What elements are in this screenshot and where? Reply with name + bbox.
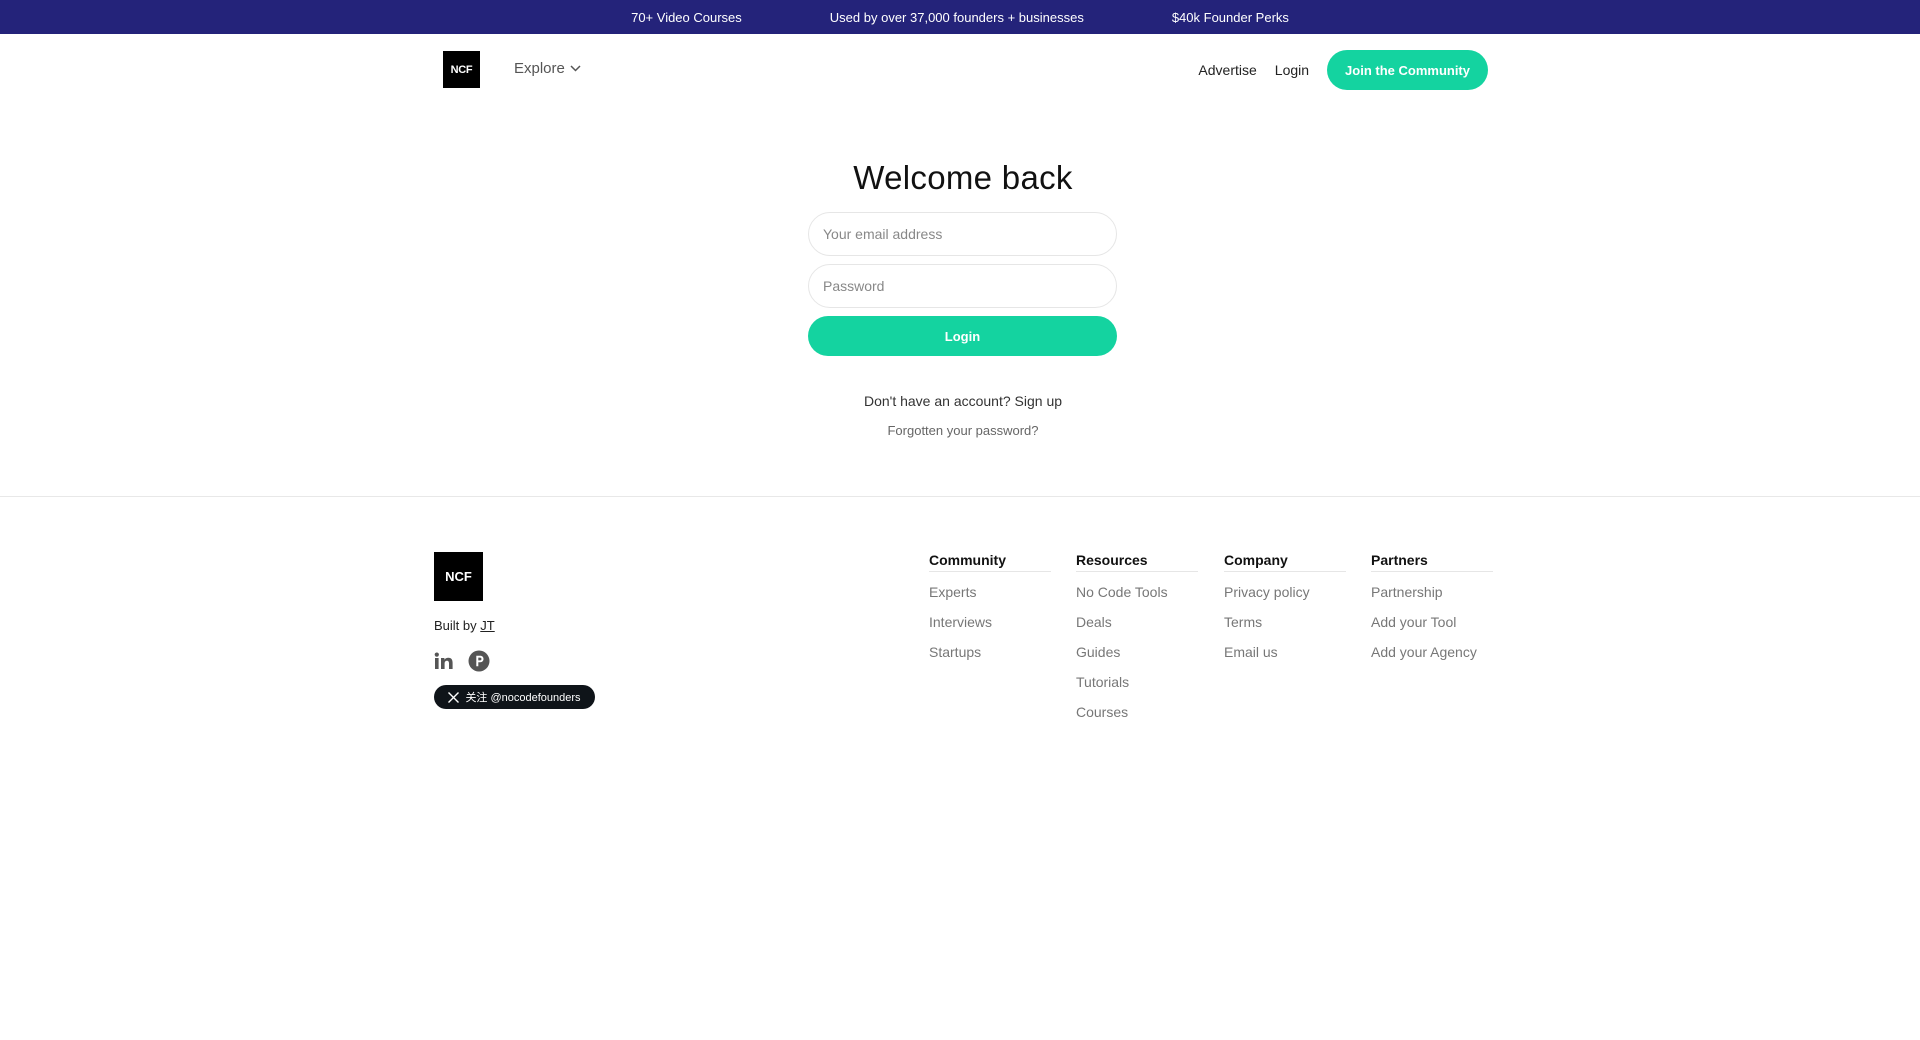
footer-link-email[interactable]: Email us	[1224, 644, 1346, 674]
join-community-button[interactable]: Join the Community	[1327, 50, 1488, 90]
signup-link[interactable]: Sign up	[1015, 393, 1062, 409]
footer-link-startups[interactable]: Startups	[929, 644, 1051, 674]
footer-col-resources: Resources No Code Tools Deals Guides Tut…	[1076, 552, 1198, 734]
login-form: Welcome back Login Don't have an account…	[808, 159, 1118, 438]
login-link[interactable]: Login	[1275, 62, 1309, 78]
explore-label: Explore	[514, 60, 565, 77]
forgot-password-link[interactable]: Forgotten your password?	[808, 423, 1118, 438]
footer-col-partners: Partners Partnership Add your Tool Add y…	[1371, 552, 1493, 674]
footer-col-title: Partners	[1371, 552, 1493, 572]
signup-prefix: Don't have an account?	[863, 393, 1011, 409]
footer-logo[interactable]: NCF	[434, 552, 483, 601]
x-follow-button[interactable]: 关注 @nocodefounders	[434, 685, 595, 709]
x-logo-icon	[448, 691, 460, 703]
author-link[interactable]: JT	[480, 618, 494, 633]
main-nav: NCF Explore Advertise Login Join the Com…	[0, 34, 1920, 104]
advertise-link[interactable]: Advertise	[1198, 62, 1256, 78]
explore-dropdown[interactable]: Explore	[514, 60, 581, 77]
social-links	[434, 650, 504, 672]
chevron-down-icon	[570, 65, 581, 72]
site-logo[interactable]: NCF	[443, 51, 480, 88]
footer-link-terms[interactable]: Terms	[1224, 614, 1346, 644]
email-field[interactable]	[808, 212, 1117, 256]
login-button[interactable]: Login	[808, 316, 1117, 356]
footer-col-company: Company Privacy policy Terms Email us	[1224, 552, 1346, 674]
announcement-courses: 70+ Video Courses	[631, 9, 742, 25]
page-title: Welcome back	[853, 159, 1073, 196]
footer-col-community: Community Experts Interviews Startups	[929, 552, 1051, 674]
linkedin-icon[interactable]	[434, 652, 454, 670]
announcement-founders: Used by over 37,000 founders + businesse…	[829, 9, 1084, 25]
built-by: Built by JT	[434, 618, 495, 633]
signup-prompt: Don't have an account? Sign up	[808, 393, 1118, 409]
footer-col-title: Community	[929, 552, 1051, 572]
footer-link-deals[interactable]: Deals	[1076, 614, 1198, 644]
footer-link-privacy[interactable]: Privacy policy	[1224, 584, 1346, 614]
footer-col-title: Company	[1224, 552, 1346, 572]
footer-link-courses[interactable]: Courses	[1076, 704, 1198, 734]
footer-link-guides[interactable]: Guides	[1076, 644, 1198, 674]
password-field[interactable]	[808, 264, 1117, 308]
footer-link-tutorials[interactable]: Tutorials	[1076, 674, 1198, 704]
producthunt-icon[interactable]	[468, 650, 490, 672]
built-by-prefix: Built by	[434, 618, 477, 633]
x-follow-label: 关注 @nocodefounders	[465, 692, 581, 704]
footer-link-no-code-tools[interactable]: No Code Tools	[1076, 584, 1198, 614]
footer-divider	[0, 496, 1920, 497]
footer-col-title: Resources	[1076, 552, 1198, 572]
nav-actions: Advertise Login Join the Community	[1198, 50, 1488, 90]
announcement-perks: $40k Founder Perks	[1171, 9, 1289, 25]
footer-link-add-tool[interactable]: Add your Tool	[1371, 614, 1493, 644]
announcement-bar: 70+ Video Courses Used by over 37,000 fo…	[0, 0, 1920, 34]
footer-link-experts[interactable]: Experts	[929, 584, 1051, 614]
footer-link-interviews[interactable]: Interviews	[929, 614, 1051, 644]
footer-link-partnership[interactable]: Partnership	[1371, 584, 1493, 614]
footer-link-add-agency[interactable]: Add your Agency	[1371, 644, 1493, 674]
